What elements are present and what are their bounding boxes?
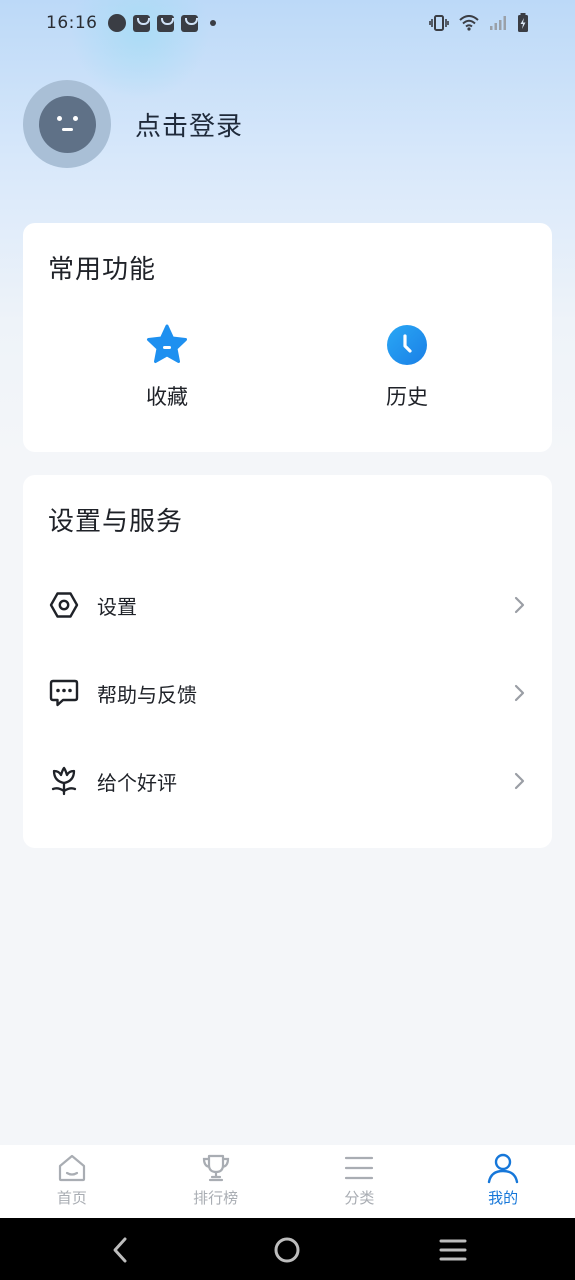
bottom-tab-bar: 首页 排行榜 分类 我的 [0, 1145, 575, 1218]
favorites-button[interactable]: 收藏 [107, 323, 227, 411]
shopping-bag-icon [132, 14, 150, 32]
tab-home[interactable]: 首页 [0, 1145, 144, 1218]
settings-services-title: 设置与服务 [48, 507, 184, 537]
chevron-right-icon [509, 771, 529, 791]
rate-app-row[interactable]: 给个好评 [23, 751, 552, 811]
history-label: 历史 [386, 385, 428, 409]
battery-charging-icon [518, 13, 528, 32]
star-icon [145, 323, 189, 367]
flower-icon [48, 765, 80, 797]
chevron-right-icon [509, 683, 529, 703]
avatar[interactable] [23, 80, 111, 168]
login-link[interactable]: 点击登录 [135, 106, 243, 143]
common-functions-title: 常用功能 [48, 255, 157, 285]
profile-header[interactable]: 点击登录 [23, 80, 243, 168]
default-avatar-face-icon [38, 95, 96, 153]
list-icon [343, 1152, 375, 1184]
tab-category[interactable]: 分类 [288, 1145, 432, 1218]
tab-mine-label: 我的 [488, 1189, 519, 1207]
home-button[interactable] [272, 1235, 302, 1265]
home-circle-icon [274, 1237, 300, 1263]
home-icon [56, 1152, 88, 1184]
menu-lines-icon [439, 1239, 467, 1261]
help-feedback-label: 帮助与反馈 [97, 682, 197, 707]
shopping-bag-icon [180, 14, 198, 32]
favorites-label: 收藏 [146, 385, 188, 409]
settings-row[interactable]: 设置 [23, 575, 552, 635]
tab-category-label: 分类 [344, 1189, 375, 1207]
settings-label: 设置 [97, 594, 137, 619]
settings-services-card: 设置与服务 设置 帮助与反馈 给个好评 [23, 475, 552, 848]
common-functions-card: 常用功能 收藏 历史 [23, 223, 552, 452]
cell-signal-icon [490, 16, 506, 30]
system-status-icons [429, 13, 529, 33]
hexagon-settings-icon [48, 589, 80, 621]
notification-icons [107, 14, 216, 32]
back-arrow-icon [113, 1237, 127, 1263]
rate-app-label: 给个好评 [97, 770, 177, 795]
status-time: 16:16 [46, 13, 98, 33]
status-bar: 16:16 [0, 0, 575, 46]
system-navigation-bar [0, 1218, 575, 1280]
app-notification-icon [107, 14, 126, 32]
more-notifications-dot-icon [209, 20, 216, 26]
wifi-icon [459, 15, 479, 31]
back-button[interactable] [106, 1235, 136, 1265]
tab-ranking-label: 排行榜 [193, 1189, 239, 1207]
help-feedback-row[interactable]: 帮助与反馈 [23, 663, 552, 723]
tab-ranking[interactable]: 排行榜 [144, 1145, 288, 1218]
chat-bubble-icon [48, 677, 80, 709]
history-button[interactable]: 历史 [347, 323, 467, 411]
clock-icon [385, 323, 429, 367]
recent-apps-button[interactable] [438, 1235, 468, 1265]
tab-mine[interactable]: 我的 [431, 1145, 575, 1218]
user-icon [487, 1152, 519, 1184]
trophy-icon [200, 1152, 232, 1184]
vibrate-icon [429, 15, 449, 31]
chevron-right-icon [509, 595, 529, 615]
tab-home-label: 首页 [56, 1189, 87, 1207]
shopping-bag-icon [156, 14, 174, 32]
